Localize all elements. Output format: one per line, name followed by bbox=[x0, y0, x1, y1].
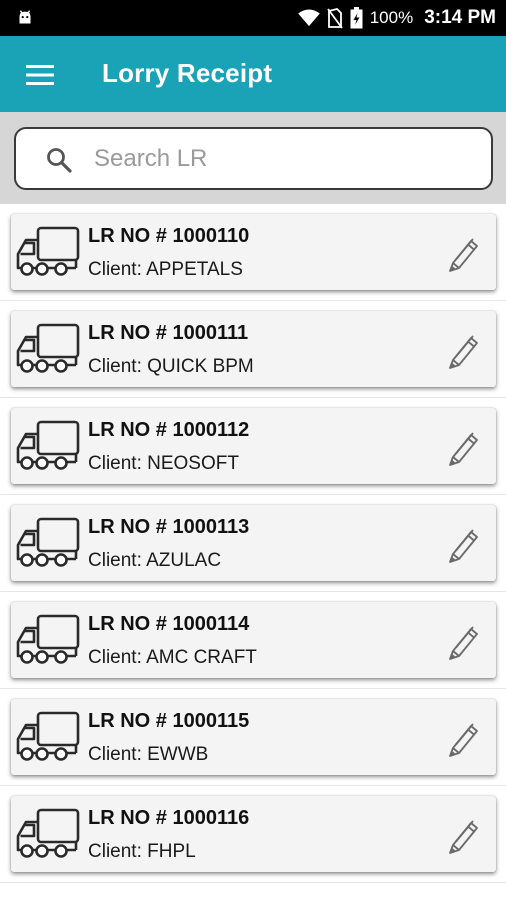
list-item: LR NO # 1000111 Client: QUICK BPM bbox=[0, 301, 506, 398]
lr-card[interactable]: LR NO # 1000112 Client: NEOSOFT bbox=[11, 408, 496, 484]
truck-icon bbox=[16, 808, 80, 858]
edit-pencil-icon[interactable] bbox=[442, 525, 482, 565]
lr-card[interactable]: LR NO # 1000113 Client: AZULAC bbox=[11, 505, 496, 581]
search-input[interactable] bbox=[94, 139, 474, 179]
hamburger-menu-icon[interactable] bbox=[26, 64, 54, 86]
clock: 3:14 PM bbox=[424, 7, 496, 28]
client-name: Client: EWWB bbox=[88, 744, 209, 765]
lr-list: LR NO # 1000110 Client: APPETALS LR NO #… bbox=[0, 204, 506, 900]
truck-icon bbox=[16, 711, 80, 761]
lr-number: LR NO # 1000114 bbox=[88, 613, 250, 635]
list-item: LR NO # 1000113 Client: AZULAC bbox=[0, 495, 506, 592]
client-name: Client: AZULAC bbox=[88, 550, 222, 571]
client-name: Client: FHPL bbox=[88, 841, 196, 862]
lr-card[interactable]: LR NO # 1000116 Client: FHPL bbox=[11, 796, 496, 872]
edit-pencil-icon[interactable] bbox=[442, 816, 482, 856]
no-sim-icon bbox=[326, 8, 343, 29]
lr-number: LR NO # 1000116 bbox=[88, 807, 250, 829]
lr-number: LR NO # 1000115 bbox=[88, 710, 250, 732]
client-name: Client: AMC CRAFT bbox=[88, 647, 257, 668]
edit-pencil-icon[interactable] bbox=[442, 622, 482, 662]
lr-card[interactable]: LR NO # 1000114 Client: AMC CRAFT bbox=[11, 602, 496, 678]
list-item: LR NO # 1000112 Client: NEOSOFT bbox=[0, 398, 506, 495]
battery-charging-icon bbox=[350, 7, 363, 29]
search-box[interactable] bbox=[14, 127, 493, 190]
search-icon bbox=[47, 148, 72, 173]
list-item: LR NO # 1000116 Client: FHPL bbox=[0, 786, 506, 883]
edit-pencil-icon[interactable] bbox=[442, 331, 482, 371]
lr-number: LR NO # 1000112 bbox=[88, 419, 250, 441]
status-bar: 100% 3:14 PM bbox=[0, 0, 506, 36]
list-item: LR NO # 1000110 Client: APPETALS bbox=[0, 204, 506, 301]
search-area bbox=[0, 112, 506, 204]
app-bar: Lorry Receipt bbox=[0, 36, 506, 112]
battery-percentage: 100% bbox=[369, 8, 414, 27]
edit-pencil-icon[interactable] bbox=[442, 428, 482, 468]
page-title: Lorry Receipt bbox=[102, 58, 273, 88]
list-item: LR NO # 1000114 Client: AMC CRAFT bbox=[0, 592, 506, 689]
truck-icon bbox=[16, 517, 80, 567]
lr-number: LR NO # 1000110 bbox=[88, 225, 250, 247]
lr-card[interactable]: LR NO # 1000110 Client: APPETALS bbox=[11, 214, 496, 290]
lr-number: LR NO # 1000113 bbox=[88, 516, 250, 538]
lr-number: LR NO # 1000111 bbox=[88, 322, 249, 344]
edit-pencil-icon[interactable] bbox=[442, 234, 482, 274]
truck-icon bbox=[16, 323, 80, 373]
lr-card[interactable]: LR NO # 1000115 Client: EWWB bbox=[11, 699, 496, 775]
edit-pencil-icon[interactable] bbox=[442, 719, 482, 759]
truck-icon bbox=[16, 614, 80, 664]
truck-icon bbox=[16, 226, 80, 276]
android-icon bbox=[19, 10, 31, 24]
list-item: LR NO # 1000115 Client: EWWB bbox=[0, 689, 506, 786]
wifi-icon bbox=[297, 9, 320, 27]
client-name: Client: APPETALS bbox=[88, 259, 243, 280]
truck-icon bbox=[16, 420, 80, 470]
client-name: Client: NEOSOFT bbox=[88, 453, 239, 474]
lr-card[interactable]: LR NO # 1000111 Client: QUICK BPM bbox=[11, 311, 496, 387]
client-name: Client: QUICK BPM bbox=[88, 356, 254, 377]
